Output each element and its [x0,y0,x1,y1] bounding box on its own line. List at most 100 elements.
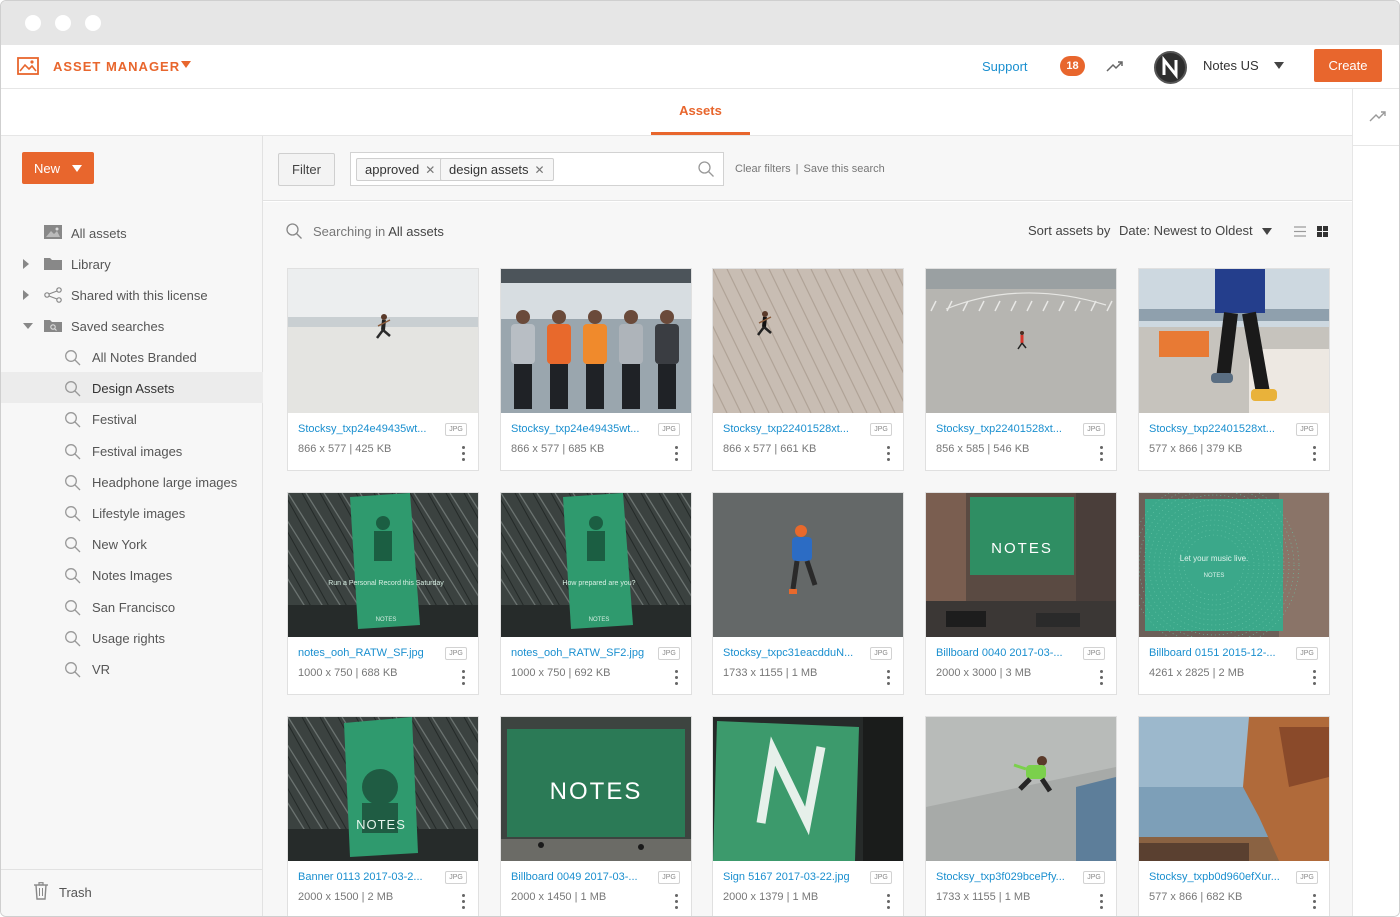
expand-arrow-icon[interactable] [23,290,29,300]
more-options-icon[interactable] [461,670,467,686]
asset-name[interactable]: Billboard 0049 2017-03-... [511,871,647,883]
filter-chip-design-assets[interactable]: design assets ✕ [440,158,554,181]
asset-card[interactable]: Stocksy_txpc31eacdduN... JPG 1733 x 1155 |… [712,492,904,695]
saved-search-item[interactable]: New York [1,528,263,559]
notification-badge[interactable]: 18 [1060,56,1085,76]
asset-name[interactable]: Billboard 0151 2015-12-... [1149,647,1285,659]
tab-assets[interactable]: Assets [651,103,750,118]
app-brand[interactable]: ASSET MANAGER [53,59,180,74]
sidebar-item-shared[interactable]: Shared with this license [1,279,263,310]
saved-search-item[interactable]: Design Assets [1,372,263,404]
asset-card[interactable]: Stocksy_txp3f029bcePfy... JPG 1733 x 1155 … [925,716,1117,916]
asset-name[interactable]: Stocksy_txp22401528xt... [936,423,1072,435]
asset-card[interactable]: Stocksy_txp22401528xt... JPG 577 x 866 | 3… [1138,268,1330,471]
more-options-icon[interactable] [886,446,892,462]
asset-card[interactable]: Stocksy_txpb0d960efXur... JPG 577 x 866 | … [1138,716,1330,916]
saved-search-item[interactable]: Festival [1,403,263,434]
account-chevron-down-icon[interactable] [1274,62,1284,69]
asset-name[interactable]: Banner 0113 2017-03-2... [298,871,434,883]
asset-name[interactable]: Stocksy_txpb0d960efXur... [1149,871,1285,883]
asset-thumbnail[interactable] [288,269,478,413]
asset-thumbnail[interactable]: NOTES [288,717,478,861]
more-options-icon[interactable] [886,894,892,910]
filter-chip-approved[interactable]: approved ✕ [356,158,445,181]
search-icon[interactable] [697,160,715,178]
more-options-icon[interactable] [1312,446,1318,462]
more-options-icon[interactable] [461,894,467,910]
rail-trend-icon[interactable] [1369,109,1387,123]
support-link[interactable]: Support [982,59,1028,74]
brand-chevron-down-icon[interactable] [181,61,191,68]
asset-name[interactable]: Sign 5167 2017-03-22.jpg [723,871,859,883]
saved-search-item[interactable]: VR [1,653,263,684]
more-options-icon[interactable] [1099,894,1105,910]
sort-chevron-down-icon[interactable] [1262,228,1272,235]
asset-name[interactable]: notes_ooh_RATW_SF2.jpg [511,647,647,659]
filter-button[interactable]: Filter [278,153,335,186]
account-avatar[interactable] [1154,51,1187,84]
saved-search-item[interactable]: Headphone large images [1,466,263,497]
more-options-icon[interactable] [1312,670,1318,686]
clear-filters-link[interactable]: Clear filters [735,163,791,175]
asset-card[interactable]: How prepared are you? NOTES notes_ooh_RATW… [500,492,692,695]
expand-arrow-icon[interactable] [23,259,29,269]
asset-card[interactable]: NOTES Billboard 0040 2017-03-... JPG 2000 x… [925,492,1117,695]
asset-name[interactable]: Stocksy_txp22401528xt... [723,423,859,435]
collapse-arrow-icon[interactable] [23,323,33,329]
list-view-icon[interactable] [1294,226,1306,237]
more-options-icon[interactable] [461,446,467,462]
asset-name[interactable]: Stocksy_txp24e49435wt... [298,423,434,435]
new-button[interactable]: New [22,152,94,184]
window-maximize-dot[interactable] [85,15,101,31]
saved-search-item[interactable]: Notes Images [1,559,263,590]
more-options-icon[interactable] [886,670,892,686]
asset-thumbnail[interactable] [1139,717,1329,861]
window-minimize-dot[interactable] [55,15,71,31]
more-options-icon[interactable] [1099,446,1105,462]
asset-card[interactable]: NOTES Billboard 0049 2017-03-... JPG 2000 x… [500,716,692,916]
search-input[interactable]: approved ✕ design assets ✕ [350,152,724,186]
saved-search-item[interactable]: Lifestyle images [1,497,263,528]
sort-select[interactable]: Date: Newest to Oldest [1119,223,1253,238]
asset-thumbnail[interactable] [1139,269,1329,413]
activity-trend-icon[interactable] [1105,58,1125,74]
asset-card[interactable]: Stocksy_txp24e49435wt... JPG 866 x 577 | 6… [500,268,692,471]
asset-name[interactable]: Billboard 0040 2017-03-... [936,647,1072,659]
asset-name[interactable]: Stocksy_txp22401528xt... [1149,423,1285,435]
asset-card[interactable]: NOTES Banner 0113 2017-03-2... JPG 2000 x 1… [287,716,479,916]
remove-chip-icon[interactable]: ✕ [535,163,545,177]
asset-thumbnail[interactable] [501,269,691,413]
asset-name[interactable]: Stocksy_txp3f029bcePfy... [936,871,1072,883]
more-options-icon[interactable] [674,446,680,462]
asset-thumbnail[interactable] [926,269,1116,413]
asset-thumbnail[interactable]: NOTES [926,493,1116,637]
saved-search-item[interactable]: San Francisco [1,591,263,622]
asset-name[interactable]: notes_ooh_RATW_SF.jpg [298,647,434,659]
account-name[interactable]: Notes US [1203,58,1259,73]
asset-thumbnail[interactable]: How prepared are you? NOTES [501,493,691,637]
saved-search-item[interactable]: Festival images [1,435,263,466]
sidebar-item-trash[interactable]: Trash [1,869,263,916]
asset-name[interactable]: Stocksy_txpc31eacdduN... [723,647,859,659]
grid-view-icon[interactable] [1317,226,1328,237]
more-options-icon[interactable] [674,670,680,686]
asset-card[interactable]: Stocksy_txp22401528xt... JPG 866 x 577 | 6… [712,268,904,471]
save-search-link[interactable]: Save this search [803,163,884,175]
sidebar-item-saved-searches[interactable]: Saved searches [1,310,263,341]
saved-search-item[interactable]: Usage rights [1,622,263,653]
asset-thumbnail[interactable] [713,717,903,861]
asset-card[interactable]: Stocksy_txp22401528xt... JPG 856 x 585 | 5… [925,268,1117,471]
asset-card[interactable]: Run a Personal Record this Saturday NOTES… [287,492,479,695]
sidebar-item-all-assets[interactable]: All assets [1,217,263,248]
asset-thumbnail[interactable] [713,269,903,413]
asset-card[interactable]: Let your music live. NOTES Billboard 0151 … [1138,492,1330,695]
remove-chip-icon[interactable]: ✕ [425,163,435,177]
more-options-icon[interactable] [674,894,680,910]
asset-thumbnail[interactable] [713,493,903,637]
asset-thumbnail[interactable] [926,717,1116,861]
saved-search-item[interactable]: All Notes Branded [1,341,263,372]
asset-card[interactable]: Stocksy_txp24e49435wt... JPG 866 x 577 | 4… [287,268,479,471]
more-options-icon[interactable] [1099,670,1105,686]
window-close-dot[interactable] [25,15,41,31]
sidebar-item-library[interactable]: Library [1,248,263,279]
